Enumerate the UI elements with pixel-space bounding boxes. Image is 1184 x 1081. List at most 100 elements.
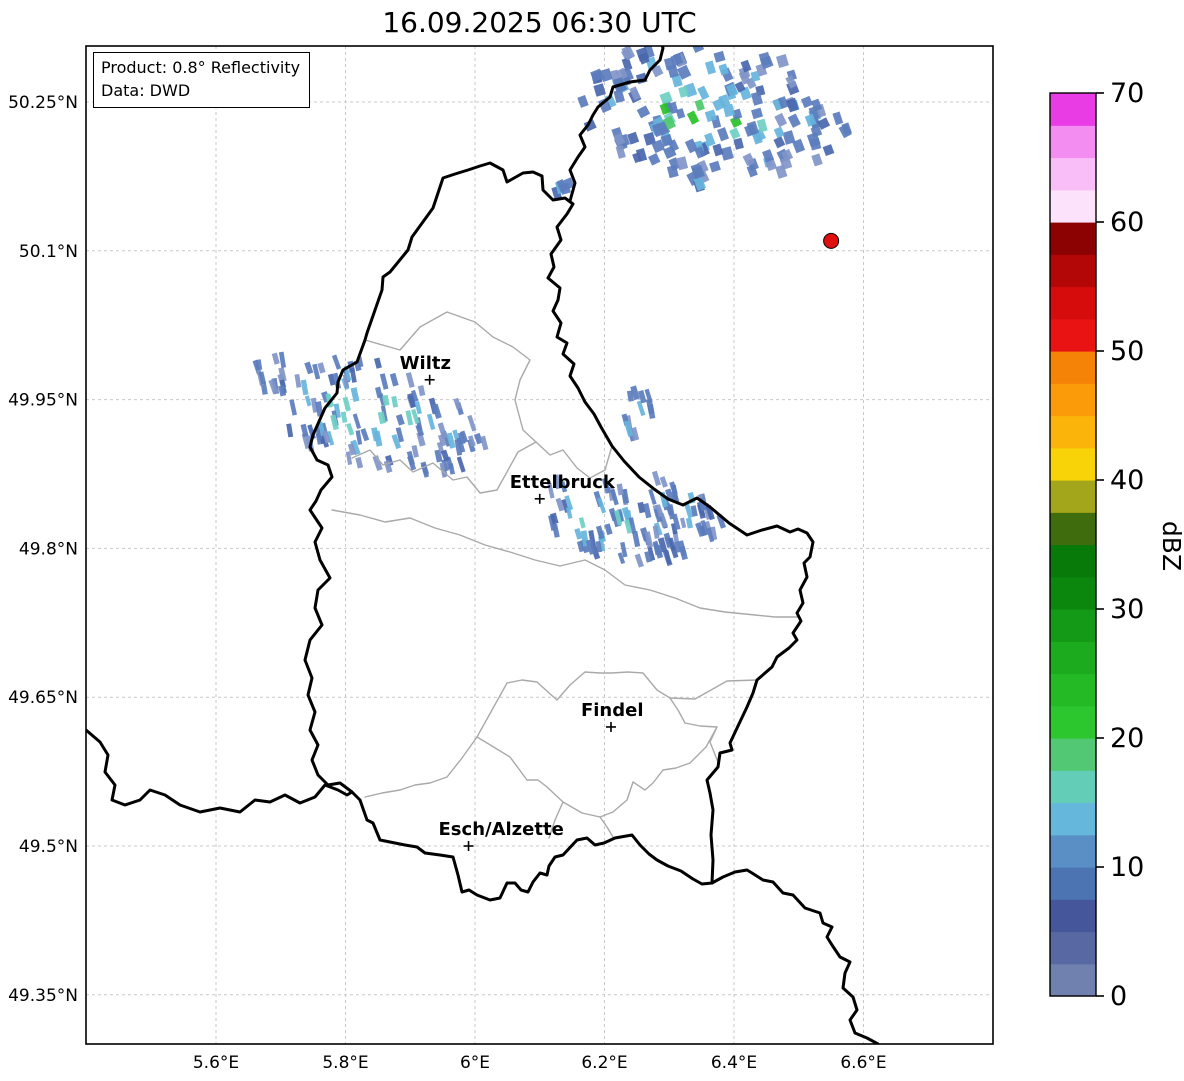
radar-echo-cell bbox=[634, 553, 644, 568]
colorbar-segment bbox=[1050, 189, 1096, 223]
radar-echo-cell bbox=[552, 523, 560, 538]
radar-echo-cell bbox=[395, 413, 405, 426]
colorbar-tick-label: 40 bbox=[1110, 465, 1144, 496]
radar-echo-cell bbox=[733, 137, 744, 150]
radar-echo-cell bbox=[480, 435, 489, 451]
radar-echo-cell bbox=[704, 60, 717, 75]
radar-echo-cell bbox=[271, 352, 280, 365]
colorbar-segment bbox=[1050, 480, 1096, 513]
colorbar-tick-label: 20 bbox=[1110, 723, 1144, 754]
colorbar-segment bbox=[1050, 931, 1096, 965]
radar-echo-cell bbox=[659, 91, 673, 105]
y-tick-label: 49.5°N bbox=[19, 837, 78, 857]
radar-echo-cell bbox=[467, 414, 477, 432]
y-tick-label: 50.1°N bbox=[19, 242, 78, 262]
city-findel: Findel bbox=[581, 700, 644, 732]
radar-echo-cell bbox=[360, 428, 370, 442]
city-label: Esch/Alzette bbox=[439, 819, 564, 840]
x-axis-labels: 5.6°E 5.8°E 6°E 6.2°E 6.4°E 6.6°E bbox=[193, 1053, 887, 1073]
radar-echo-cell bbox=[352, 413, 362, 430]
radar-echo-cell bbox=[342, 396, 351, 412]
district-border-line bbox=[476, 671, 718, 818]
radar-echo-cell bbox=[697, 85, 710, 101]
radar-echo-cell bbox=[686, 110, 700, 125]
radar-echo-cell bbox=[604, 523, 613, 536]
colorbar-segment bbox=[1050, 222, 1096, 255]
colorbar-tick-label: 60 bbox=[1110, 207, 1144, 238]
colorbar-segment bbox=[1050, 286, 1096, 320]
radar-echo-cell bbox=[300, 379, 309, 396]
radar-echo-cell bbox=[729, 127, 741, 140]
radar-echo-cell bbox=[355, 456, 364, 469]
city-wiltz: Wiltz bbox=[400, 353, 451, 385]
country-border-line bbox=[710, 868, 880, 1044]
city-label: Ettelbruck bbox=[510, 472, 616, 493]
radar-echo-cell bbox=[685, 517, 694, 529]
radar-echo-cell bbox=[637, 501, 646, 514]
radar-echo-cell bbox=[773, 126, 785, 139]
radar-echo-cell bbox=[751, 107, 764, 120]
radar-echo-cell bbox=[289, 399, 297, 416]
x-tick-label: 5.8°E bbox=[322, 1053, 368, 1073]
radar-echo-cell bbox=[331, 354, 342, 370]
colorbar-segment bbox=[1050, 705, 1096, 739]
radar-echo-cell bbox=[775, 54, 789, 68]
national-borders bbox=[86, 46, 880, 1044]
radar-echo-cell bbox=[278, 351, 287, 368]
district-border-line bbox=[331, 509, 798, 618]
radar-echo-cell bbox=[659, 476, 668, 488]
y-tick-label: 49.95°N bbox=[8, 391, 78, 411]
radar-echo-cell bbox=[375, 386, 383, 399]
colorbar: 0 10 20 30 40 50 60 70 bbox=[1049, 78, 1144, 1012]
colorbar-segment bbox=[1050, 512, 1096, 546]
radar-site-dot bbox=[823, 232, 840, 249]
radar-map-figure: Wiltz Ettelbruck Findel Esch/Alzette 5.6°E 5… bbox=[0, 0, 1184, 1081]
colorbar-tick-label: 10 bbox=[1110, 852, 1144, 883]
radar-echo-cell bbox=[832, 111, 844, 126]
x-tick-label: 6.4°E bbox=[711, 1053, 757, 1073]
colorbar-segment bbox=[1050, 738, 1096, 771]
radar-echo-cell bbox=[787, 113, 801, 128]
data-source-line: Data: DWD bbox=[101, 81, 191, 101]
radar-echo-cell bbox=[415, 424, 425, 437]
colorbar-segment bbox=[1050, 899, 1096, 933]
radar-echo-cell bbox=[651, 470, 662, 487]
colorbar-segment bbox=[1050, 254, 1096, 288]
district-border-line bbox=[364, 736, 478, 798]
city-label: Findel bbox=[581, 700, 644, 721]
radar-echo-cell bbox=[578, 517, 586, 529]
district-border-line bbox=[669, 679, 758, 700]
district-border-line bbox=[709, 726, 719, 763]
y-tick-label: 49.35°N bbox=[8, 986, 78, 1006]
radar-echo-cell bbox=[636, 105, 651, 119]
radar-echo-cell bbox=[456, 456, 466, 473]
colorbar-segment bbox=[1050, 544, 1096, 578]
radar-echo-cell bbox=[346, 422, 355, 436]
map-title: 16.09.2025 06:30 UTC bbox=[382, 6, 697, 39]
colorbar-segment bbox=[1050, 867, 1096, 900]
radar-echo-cell bbox=[722, 103, 735, 118]
colorbar-segment bbox=[1050, 770, 1096, 804]
product-info-box: Product: 0.8° Reflectivity Data: DWD bbox=[93, 52, 311, 109]
colorbar-segment bbox=[1050, 318, 1096, 352]
x-tick-label: 5.6°E bbox=[193, 1053, 239, 1073]
district-borders bbox=[331, 311, 798, 839]
y-tick-label: 50.25°N bbox=[8, 93, 78, 113]
radar-echo-cell bbox=[774, 112, 788, 128]
colorbar-segment bbox=[1050, 93, 1096, 126]
colorbar-segment bbox=[1050, 641, 1096, 675]
radar-echo-cell bbox=[811, 153, 823, 167]
radar-echo-cell bbox=[667, 64, 679, 78]
radar-echo-cell bbox=[709, 160, 721, 173]
colorbar-tick-label: 70 bbox=[1110, 78, 1144, 109]
radar-echo-cell bbox=[616, 483, 624, 496]
radar-echo-cell bbox=[648, 153, 661, 166]
radar-echo-cell bbox=[713, 50, 726, 63]
radar-echo-cell bbox=[379, 373, 389, 390]
radar-echo-cell bbox=[294, 374, 302, 388]
city-labels-layer: Wiltz Ettelbruck Findel Esch/Alzette bbox=[400, 353, 644, 851]
radar-echo-cell bbox=[304, 361, 314, 375]
radar-echo-cell bbox=[405, 372, 415, 388]
x-tick-label: 6.6°E bbox=[840, 1053, 886, 1073]
colorbar-segment bbox=[1050, 447, 1096, 481]
